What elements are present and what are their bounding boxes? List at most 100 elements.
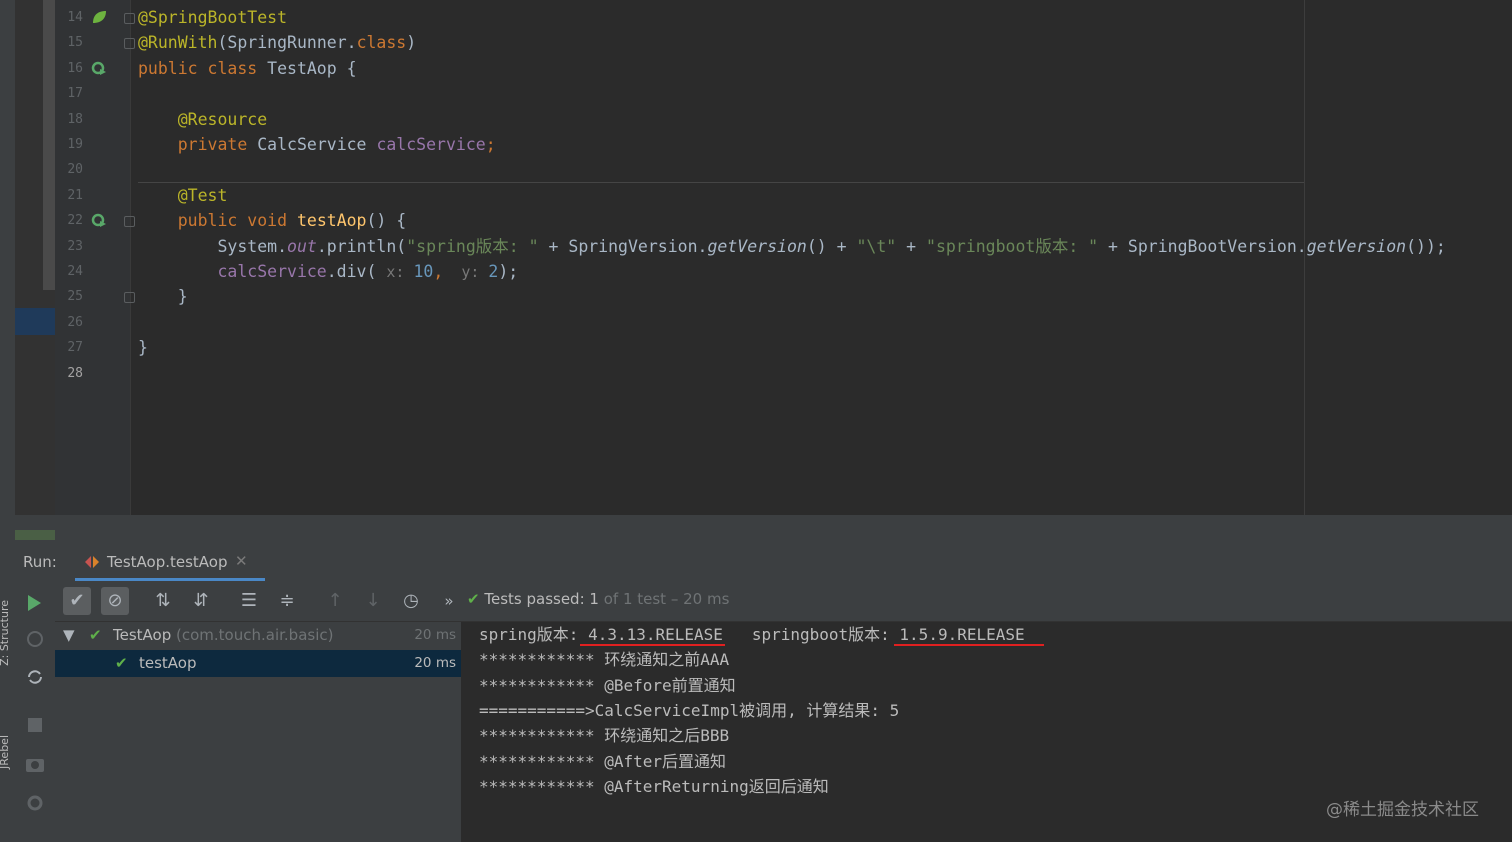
editor-run-splitter[interactable] xyxy=(15,515,1512,543)
test-history-icon[interactable]: ◷ xyxy=(397,587,425,615)
show-passed-icon[interactable]: ✔ xyxy=(63,587,91,615)
line-number: 27 xyxy=(67,340,83,356)
left-tool-strip: Z: Structure JRebel xyxy=(0,0,15,842)
more-actions-icon[interactable]: » xyxy=(435,587,463,615)
code-token: (SpringRunner. xyxy=(217,33,357,53)
rerun-icon[interactable] xyxy=(26,594,42,612)
show-ignored-icon[interactable]: ⊘ xyxy=(101,587,129,615)
code-token: "\t" xyxy=(856,236,897,256)
red-underline xyxy=(894,644,1044,646)
sort-by-duration-icon[interactable]: ⇵ xyxy=(187,587,215,615)
run-label: Run: xyxy=(23,553,57,571)
code-line: calcService.div( x: 10, y: 2); xyxy=(138,260,518,284)
code-line: public void testAop() { xyxy=(138,209,407,233)
code-token: 2 xyxy=(488,262,499,281)
tree-item-name: testAop xyxy=(139,654,197,672)
line-number: 16 xyxy=(67,60,83,76)
line-number: 28 xyxy=(67,365,83,381)
expand-all-icon[interactable]: ☰ xyxy=(235,587,263,615)
code-token: ) xyxy=(406,33,417,53)
code-line: @Test xyxy=(138,184,228,208)
code-token: } xyxy=(138,338,148,358)
run-tool-window: ✔ ⊘ ⇅ ⇵ ☰ ≑ ↑ ↓ ◷ » ✔ Tests passed: 1 of… xyxy=(15,581,1512,842)
camera-icon[interactable] xyxy=(25,755,45,773)
code-token: @Test xyxy=(138,185,228,205)
code-line: System.out.println("spring版本: " + Spring… xyxy=(138,235,1445,259)
tree-row-testaop-method[interactable]: ✔ testAop 20 ms xyxy=(55,650,461,677)
line-number: 26 xyxy=(67,314,83,330)
line-number: 24 xyxy=(67,264,83,279)
red-underline xyxy=(580,644,725,646)
console-line: ************ @Before前置通知 xyxy=(479,676,736,695)
fold-marker-icon[interactable] xyxy=(124,292,135,304)
code-token: getVersion xyxy=(707,236,807,256)
test-tree: ▼ ✔ TestAop (com.touch.air.basic) 20 ms … xyxy=(55,622,462,842)
watermark: @稀土掘金技术社区 xyxy=(1326,800,1479,820)
fold-marker-icon[interactable] xyxy=(124,216,135,228)
code-token: + SpringVersion. xyxy=(538,236,708,256)
run-side-toolbar xyxy=(15,581,55,842)
code-line: @RunWith(SpringRunner.class) xyxy=(138,31,416,55)
code-token: @RunWith xyxy=(138,33,218,53)
line-number: 21 xyxy=(67,187,83,203)
code-token: calcService xyxy=(376,135,486,154)
chevron-down-icon[interactable]: ▼ xyxy=(63,626,75,644)
method-separator xyxy=(138,182,1305,183)
code-token: x: xyxy=(386,263,414,281)
code-token: @SpringBootTest xyxy=(138,8,288,27)
code-line: } xyxy=(138,285,188,309)
console-line: ************ 环绕通知之后BBB xyxy=(479,726,730,745)
line-number: 25 xyxy=(67,289,83,305)
jrebel-tool-tab[interactable]: JRebel xyxy=(0,735,11,769)
close-icon[interactable]: ✕ xyxy=(235,552,248,570)
code-token: .println( xyxy=(316,236,407,256)
code-token: () + xyxy=(806,236,857,256)
code-token: "springboot版本: " xyxy=(926,236,1099,256)
stop-icon[interactable] xyxy=(27,717,43,733)
code-token: 10 xyxy=(413,262,434,281)
console-line: ************ @After后置通知 xyxy=(479,752,727,771)
code-token: public void xyxy=(138,211,297,231)
line-number: 17 xyxy=(67,86,83,102)
editor-scrollbar[interactable] xyxy=(43,0,55,290)
line-number: 22 xyxy=(67,213,83,229)
status-rest: of 1 test – 20 ms xyxy=(598,590,730,608)
status-count: 1 xyxy=(589,590,599,608)
code-token: + SpringBootVersion. xyxy=(1098,236,1307,256)
code-token: () { xyxy=(366,211,407,231)
status-prefix: Tests passed: xyxy=(484,590,590,608)
code-token: , xyxy=(433,262,444,281)
editor-gutter: 14 15 16 17 18 19 20 21 22 23 24 25 26 27 28 xyxy=(55,0,135,515)
run-tool-window-header: Run: TestAop.testAop ✕ xyxy=(15,543,1512,581)
rerun-failed-icon[interactable] xyxy=(25,629,45,649)
next-failed-icon[interactable]: ↓ xyxy=(359,587,387,615)
code-area[interactable]: @SpringBootTest @RunWith(SpringRunner.cla… xyxy=(138,0,1512,515)
code-token: .div( xyxy=(326,262,387,281)
fold-marker-icon[interactable] xyxy=(124,13,135,24)
spring-leaf-icon[interactable] xyxy=(91,9,107,25)
previous-failed-icon[interactable]: ↑ xyxy=(321,587,349,615)
code-line: public class TestAop { xyxy=(138,57,357,81)
code-token: testAop xyxy=(296,211,367,231)
fold-marker-icon[interactable] xyxy=(124,38,135,50)
code-token: private xyxy=(138,135,258,154)
junit-run-icon xyxy=(85,556,99,568)
run-test-icon[interactable] xyxy=(91,212,107,228)
code-editor[interactable]: 14 15 16 17 18 19 20 21 22 23 24 25 26 27 28 @SpringBo… xyxy=(15,0,1512,515)
sort-alphabetically-icon[interactable]: ⇅ xyxy=(149,587,177,615)
run-test-icon[interactable] xyxy=(91,60,107,76)
code-line: private CalcService calcService; xyxy=(138,133,496,157)
console-line: ************ 环绕通知之前AAA xyxy=(479,650,730,669)
collapse-all-icon[interactable]: ≑ xyxy=(273,587,301,615)
structure-tool-tab[interactable]: Z: Structure xyxy=(0,600,11,666)
editor-caret-marker xyxy=(15,308,55,335)
settings-icon[interactable] xyxy=(25,793,45,813)
toggle-auto-test-icon[interactable] xyxy=(25,667,45,687)
tree-row-testaop-class[interactable]: ▼ ✔ TestAop (com.touch.air.basic) 20 ms xyxy=(55,622,461,649)
check-icon: ✔ xyxy=(115,654,128,672)
line-number: 19 xyxy=(67,137,83,152)
tree-item-time: 20 ms xyxy=(414,655,456,671)
code-line: } xyxy=(138,336,148,360)
code-token: CalcService xyxy=(257,135,377,154)
run-tab-testaop[interactable]: TestAop.testAop ✕ xyxy=(75,543,265,581)
